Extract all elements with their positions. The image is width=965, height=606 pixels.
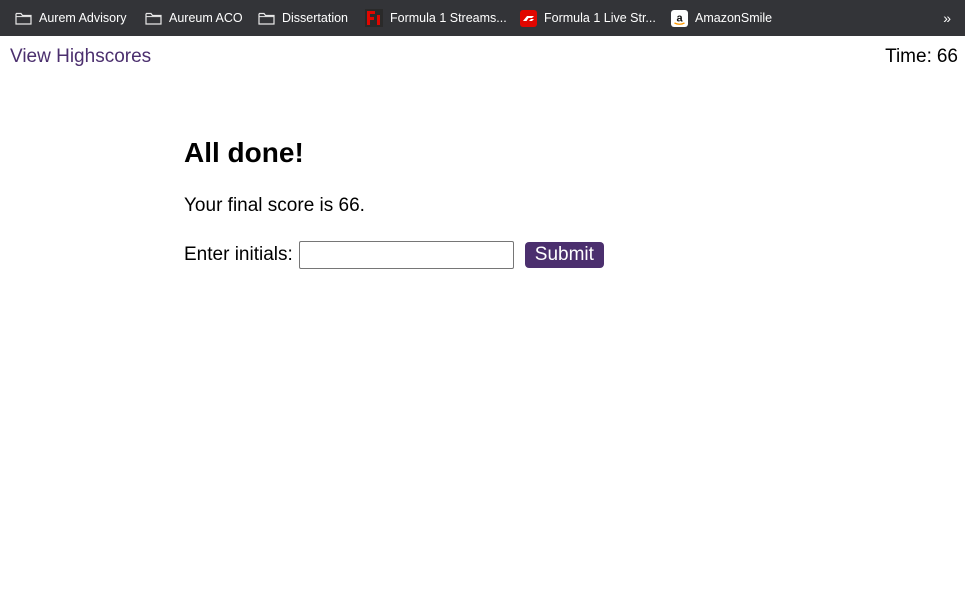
initials-input[interactable] bbox=[298, 241, 514, 269]
folder-icon bbox=[257, 10, 275, 26]
bookmark-aurem-advisory[interactable]: Aurem Advisory bbox=[14, 0, 127, 36]
folder-icon bbox=[144, 10, 162, 26]
amazon-icon: a bbox=[670, 9, 688, 27]
final-score-text: Your final score is 66. bbox=[184, 195, 365, 216]
timer: Time: 66 bbox=[885, 46, 958, 68]
view-highscores-link[interactable]: View Highscores bbox=[10, 46, 151, 68]
timer-label: Time: bbox=[885, 46, 932, 67]
f1-live-icon bbox=[519, 9, 537, 27]
bookmark-label: AmazonSmile bbox=[695, 11, 773, 25]
initials-form: Enter initials: Submit bbox=[184, 241, 784, 269]
bookmark-formula-1-live[interactable]: Formula 1 Live Str... bbox=[519, 0, 656, 36]
bookmark-label: Formula 1 Live Str... bbox=[544, 11, 656, 25]
bookmark-aureum-aco[interactable]: Aureum ACO bbox=[144, 0, 243, 36]
results-panel: All done! Your final score is 66. Enter … bbox=[184, 136, 784, 269]
f1-streams-icon bbox=[365, 9, 383, 27]
bookmarks-overflow-chevron-icon[interactable]: » bbox=[943, 0, 951, 36]
bookmarks-bar: Aurem Advisory Aureum ACO Dissertation F… bbox=[0, 0, 965, 36]
bookmark-formula-1-streams[interactable]: Formula 1 Streams... bbox=[365, 0, 507, 36]
folder-icon bbox=[14, 10, 32, 26]
initials-label: Enter initials: bbox=[184, 244, 293, 265]
results-title: All done! bbox=[184, 137, 304, 168]
submit-button[interactable]: Submit bbox=[524, 242, 604, 268]
bookmark-label: Formula 1 Streams... bbox=[390, 11, 507, 25]
timer-value: 66 bbox=[936, 46, 958, 67]
bookmark-label: Aurem Advisory bbox=[39, 11, 127, 25]
bookmark-label: Dissertation bbox=[282, 11, 348, 25]
svg-text:a: a bbox=[676, 12, 683, 24]
bookmark-dissertation[interactable]: Dissertation bbox=[257, 0, 348, 36]
bookmark-amazonsmile[interactable]: a AmazonSmile bbox=[670, 0, 772, 36]
quiz-header: View Highscores Time: 66 bbox=[0, 36, 965, 80]
bookmark-label: Aureum ACO bbox=[169, 11, 243, 25]
